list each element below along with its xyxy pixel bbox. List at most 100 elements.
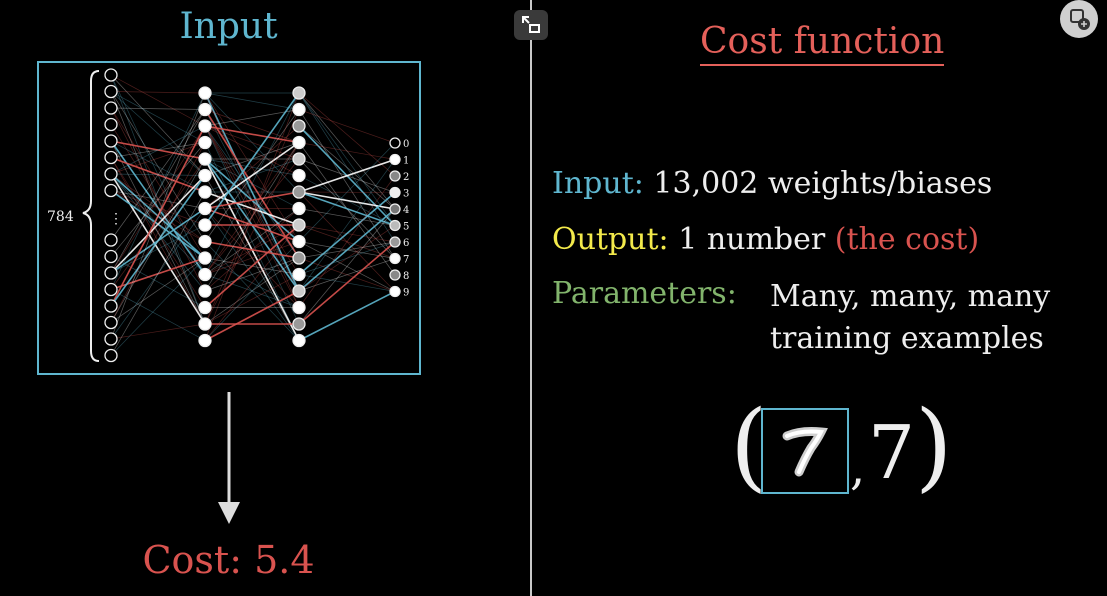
network-edge	[204, 241, 300, 275]
network-neuron	[104, 117, 118, 132]
network-neuron	[104, 315, 118, 330]
network-neuron	[104, 348, 118, 363]
network-edge	[298, 208, 396, 292]
network-edge	[298, 109, 396, 144]
network-edge	[204, 92, 300, 110]
parameters-row: Parameters:	[552, 276, 737, 311]
network-neuron	[292, 284, 306, 298]
down-arrow	[218, 392, 240, 524]
network-neuron	[104, 167, 118, 181]
network-edge	[298, 290, 396, 342]
output-row-value: 1 number	[678, 222, 826, 257]
network-neuron	[198, 300, 212, 315]
network-edge	[204, 92, 300, 275]
output-digit-label: 3	[403, 189, 409, 200]
network-edge	[298, 159, 396, 292]
network-neuron	[198, 333, 212, 348]
parameters-line-1: Many, many, many	[770, 279, 1051, 314]
network-edge	[298, 142, 396, 160]
tuple-comma: ,	[850, 440, 866, 496]
network-neuron	[198, 86, 212, 100]
network-neuron	[292, 102, 306, 117]
network-neuron	[389, 236, 401, 248]
network-neuron	[198, 102, 212, 117]
output-digit-label: 4	[403, 205, 409, 216]
output-row-note: (the cost)	[834, 222, 980, 257]
network-neuron	[389, 203, 401, 215]
network-neuron	[104, 183, 118, 198]
network-neuron	[104, 84, 118, 99]
output-digit-label: 7	[403, 255, 409, 266]
network-neuron	[198, 251, 212, 265]
output-digit-label: 1	[403, 156, 409, 167]
network-neuron	[389, 269, 401, 281]
network-neuron	[104, 282, 118, 297]
network-neuron	[198, 267, 212, 282]
network-neuron	[104, 150, 118, 165]
network-edge	[204, 125, 300, 144]
network-edge	[204, 142, 300, 325]
network-neuron	[292, 317, 306, 331]
network-neuron	[104, 299, 118, 313]
exit-fullscreen-icon[interactable]	[514, 10, 548, 40]
network-neuron	[198, 284, 212, 298]
network-edge	[298, 225, 396, 292]
network-neuron	[292, 201, 306, 216]
output-digit-label: 9	[403, 288, 409, 299]
parameters-line-2: training examples	[770, 321, 1044, 356]
network-edge	[110, 158, 206, 290]
network-neuron	[292, 300, 306, 315]
network-neuron	[389, 252, 401, 265]
network-neuron	[104, 68, 118, 82]
network-neuron	[198, 317, 212, 331]
network-neuron	[198, 234, 212, 249]
network-edge	[298, 191, 396, 276]
network-neuron	[292, 234, 306, 249]
overlay-settings-icon[interactable]	[1060, 0, 1098, 38]
output-digit-label: 8	[403, 271, 409, 282]
cost-function-title: Cost function	[700, 22, 945, 66]
network-edge	[298, 175, 396, 308]
cost-value-label: Cost: 5.4	[142, 538, 315, 582]
network-neuron	[104, 233, 118, 247]
network-neuron	[104, 266, 118, 280]
network-neuron	[292, 168, 306, 183]
network-edge	[298, 241, 396, 325]
network-neuron	[198, 201, 212, 216]
network-neuron	[389, 153, 401, 166]
input-row-value: 13,002 weights/biases	[653, 166, 993, 201]
network-neuron	[292, 251, 306, 265]
network-neuron	[389, 219, 401, 232]
network-neuron	[198, 185, 212, 199]
network-edge	[110, 257, 206, 323]
network-neuron	[292, 333, 306, 348]
network-edge	[204, 208, 300, 275]
network-edge	[204, 224, 300, 341]
network-neuron	[104, 134, 118, 148]
network-neuron	[389, 170, 401, 182]
network-neuron	[198, 152, 212, 166]
ellipsis: ⋮	[109, 211, 123, 227]
network-edge	[204, 92, 300, 341]
input-title: Input	[179, 6, 278, 47]
output-digit-label: 2	[403, 172, 409, 183]
network-edge	[298, 109, 396, 259]
handwritten-seven-image	[782, 427, 828, 477]
tuple-close-paren: )	[915, 390, 953, 502]
network-neuron	[198, 218, 212, 232]
network-neuron	[292, 152, 306, 166]
input-row: Input: 13,002 weights/biases	[552, 166, 992, 201]
panel-divider	[530, 0, 532, 596]
network-neuron	[104, 332, 118, 346]
network-neuron	[198, 168, 212, 183]
network-neuron	[292, 119, 306, 133]
network-edge	[110, 107, 206, 110]
network-edge	[204, 125, 300, 209]
network-neuron	[292, 218, 306, 232]
network-neuron	[389, 137, 401, 149]
tuple-label: 7	[868, 410, 916, 496]
network-neuron	[389, 186, 401, 199]
input-count-label: 784	[47, 209, 74, 225]
network-neuron	[198, 119, 212, 133]
output-digit-label: 6	[403, 238, 409, 249]
